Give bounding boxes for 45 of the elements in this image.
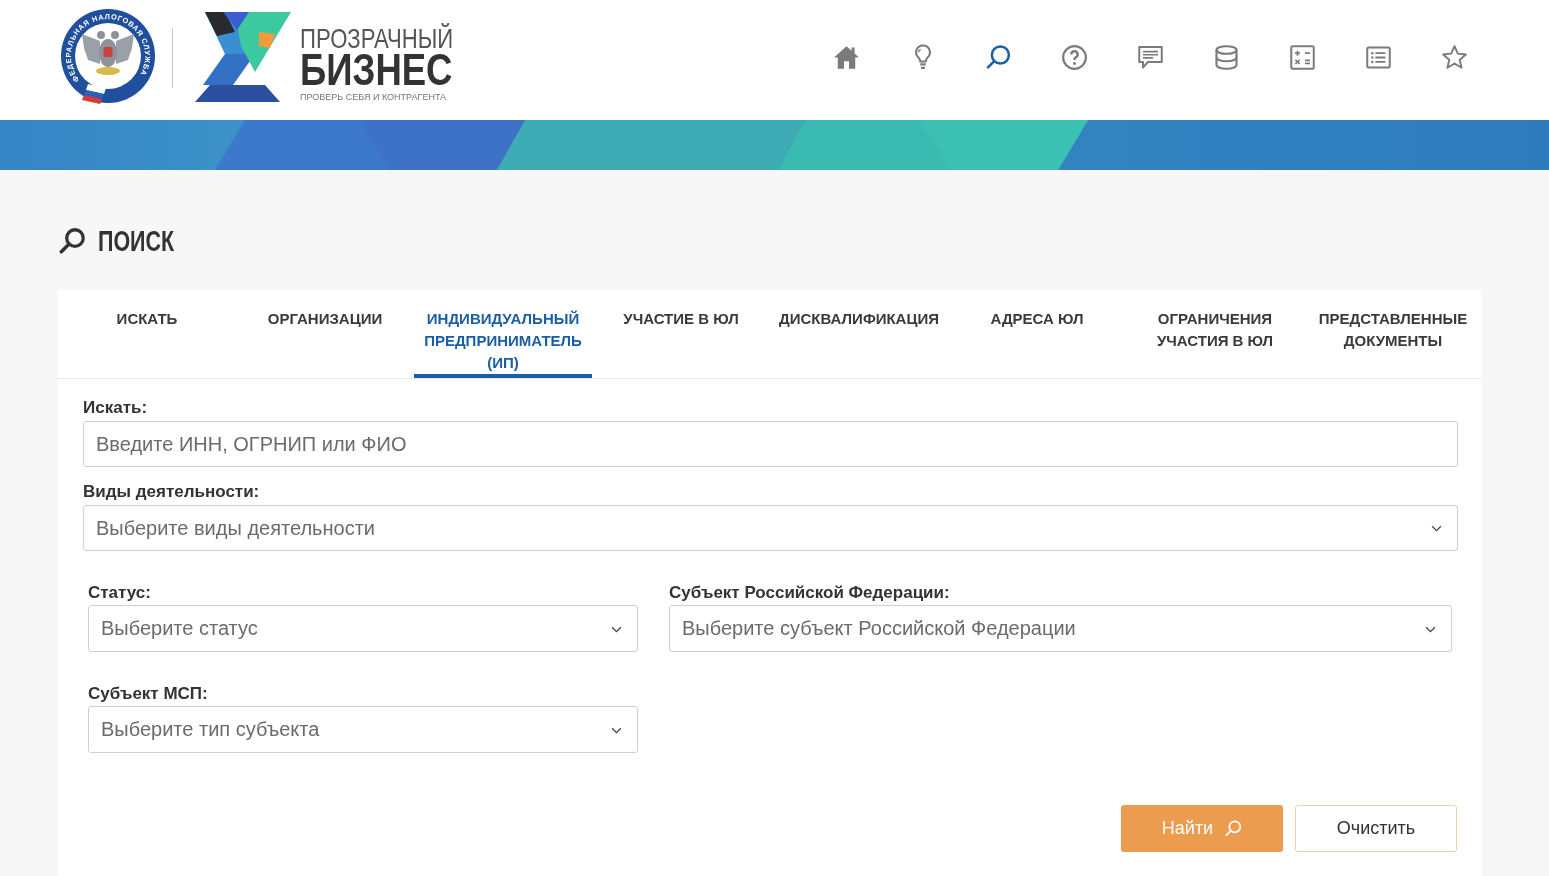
speech-bubble-icon <box>1138 44 1163 70</box>
chevron-down-icon <box>611 625 622 633</box>
dropdown-field[interactable]: Выберите статус <box>88 605 638 652</box>
star-icon <box>1442 44 1467 70</box>
tab[interactable]: ИСКАТЬ <box>58 290 236 378</box>
list-icon <box>1366 44 1391 70</box>
brand-name: БИЗНЕС <box>300 52 453 88</box>
field-label: Субъект МСП: <box>88 683 209 705</box>
dropdown-field[interactable]: Выберите субъект Российской Федерации <box>669 605 1452 652</box>
nav-button[interactable] <box>1061 43 1088 71</box>
tab[interactable]: АДРЕСА ЮЛ <box>948 290 1126 378</box>
dropdown-field[interactable]: Выберите тип субъекта <box>88 706 638 753</box>
database-icon <box>1214 44 1239 70</box>
nav-button[interactable] <box>985 43 1012 71</box>
brand-tagline: ПРОВЕРЬ СЕБЯ И КОНТРАГЕНТА <box>300 91 447 104</box>
nav-button[interactable] <box>833 43 860 71</box>
tab[interactable]: ОГРАНИЧЕНИЯ УЧАСТИЯ В ЮЛ <box>1126 290 1304 378</box>
field-label: Субъект Российской Федерации: <box>669 582 951 604</box>
field-label: Статус: <box>88 582 152 604</box>
field-label: Искать: <box>83 397 149 419</box>
tab[interactable]: УЧАСТИЕ В ЮЛ <box>592 290 770 378</box>
home-icon <box>834 44 859 70</box>
text-input-field[interactable]: Введите ИНН, ОГРНИП или ФИО <box>83 421 1458 467</box>
nav-button[interactable] <box>1213 43 1240 71</box>
dropdown-field[interactable]: Выберите виды деятельности <box>83 505 1458 551</box>
nav-button[interactable] <box>1289 43 1316 71</box>
tab[interactable]: ИНДИВИДУАЛЬНЫЙ ПРЕДПРИНИМАТЕЛЬ (ИП) <box>414 290 592 378</box>
lightbulb-icon <box>914 43 931 71</box>
field-label: Виды деятельности: <box>83 481 261 503</box>
geometric-logo-icon <box>193 10 291 104</box>
search-icon <box>59 228 85 254</box>
tab[interactable]: ПРЕДСТАВЛЕННЫЕ ДОКУМЕНТЫ <box>1304 290 1482 378</box>
chevron-down-icon <box>1431 525 1442 532</box>
tab[interactable]: ОРГАНИЗАЦИИ <box>236 290 414 378</box>
search-icon <box>986 44 1011 70</box>
clear-button[interactable]: Очистить <box>1295 805 1457 852</box>
nav-button[interactable] <box>1441 43 1468 71</box>
chevron-down-icon <box>611 726 622 734</box>
tab[interactable]: ДИСКВАЛИФИКАЦИЯ <box>770 290 948 378</box>
chevron-down-icon <box>1425 625 1436 633</box>
page-title: ПОИСК <box>98 226 175 256</box>
calculator-icon <box>1290 44 1315 70</box>
help-icon <box>1062 44 1087 70</box>
nav-button[interactable] <box>1137 43 1164 71</box>
search-icon <box>1225 820 1243 837</box>
